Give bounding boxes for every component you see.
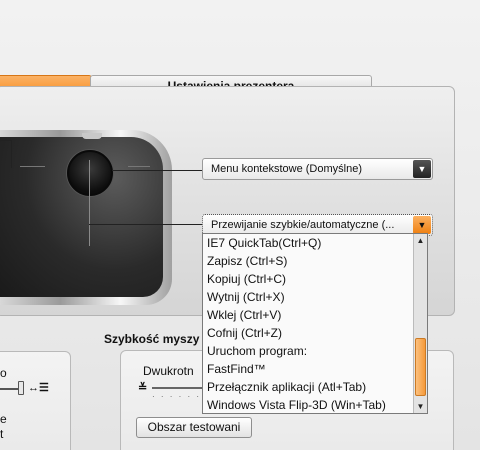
left-slider-thumb[interactable] bbox=[18, 381, 24, 395]
option-cut[interactable]: Wytnij (Ctrl+X) bbox=[207, 288, 285, 306]
wheel-click-dropdown-value: Menu kontekstowe (Domyślne) bbox=[211, 163, 363, 175]
option-ie7-quicktab[interactable]: IE7 QuickTab(Ctrl+Q) bbox=[207, 234, 321, 252]
scroll-wheel-connector bbox=[89, 160, 90, 246]
wheel-click-connector bbox=[112, 170, 204, 171]
scroll-down-icon[interactable]: ▼ bbox=[414, 400, 427, 413]
mouse-top-cap bbox=[82, 133, 102, 139]
wheel-tilt-connector bbox=[89, 224, 204, 225]
option-copy[interactable]: Kopiuj (Ctrl+C) bbox=[207, 270, 286, 288]
option-app-switcher[interactable]: Przełącznik aplikacji (Atl+Tab) bbox=[207, 378, 366, 396]
double-click-slider-ticks: · · · · · · bbox=[152, 392, 202, 401]
scroll-wheel[interactable] bbox=[67, 150, 113, 196]
left-label-fragment-2: e bbox=[0, 412, 7, 426]
option-run-program[interactable]: Uruchom program: bbox=[207, 342, 307, 360]
scrollbar-thumb[interactable] bbox=[415, 338, 426, 396]
left-label-fragment-1: o bbox=[0, 366, 7, 380]
option-save[interactable]: Zapisz (Ctrl+S) bbox=[207, 252, 287, 270]
wheel-tilt-options-list[interactable]: IE7 QuickTab(Ctrl+Q) Zapisz (Ctrl+S) Kop… bbox=[202, 233, 428, 414]
double-click-label: Dwukrotn bbox=[143, 364, 194, 378]
wheel-tilt-dropdown-value: Przewijanie szybkie/automatyczne (... bbox=[211, 219, 395, 231]
test-area-button[interactable]: Obszar testowani bbox=[136, 417, 252, 438]
option-paste[interactable]: Wklej (Ctrl+V) bbox=[207, 306, 281, 324]
wheel-click-dropdown[interactable]: Menu kontekstowe (Domyślne) ▼ bbox=[202, 158, 433, 180]
option-undo[interactable]: Cofnij (Ctrl+Z) bbox=[207, 324, 282, 342]
chevron-down-icon[interactable]: ▼ bbox=[413, 216, 431, 234]
slow-icon: ≚ bbox=[138, 382, 148, 394]
option-fastfind[interactable]: FastFind™ bbox=[207, 360, 266, 378]
mouse-button-seam-left bbox=[20, 166, 45, 167]
mouse-button-seam-right bbox=[128, 166, 150, 167]
options-scrollbar[interactable]: ▲ ▼ bbox=[413, 234, 427, 413]
scroll-up-icon[interactable]: ▲ bbox=[414, 234, 427, 247]
chevron-down-icon[interactable]: ▼ bbox=[413, 160, 431, 178]
left-settings-group bbox=[0, 351, 71, 450]
speed-icon: ↔☰ bbox=[28, 382, 49, 394]
left-button-callout-line bbox=[0, 140, 12, 168]
double-click-slider-track[interactable] bbox=[152, 387, 204, 389]
left-label-fragment-3: t bbox=[0, 427, 4, 441]
mouse-speed-title: Szybkość myszy bbox=[104, 332, 200, 346]
option-vista-flip3d[interactable]: Windows Vista Flip-3D (Win+Tab) bbox=[207, 396, 386, 414]
